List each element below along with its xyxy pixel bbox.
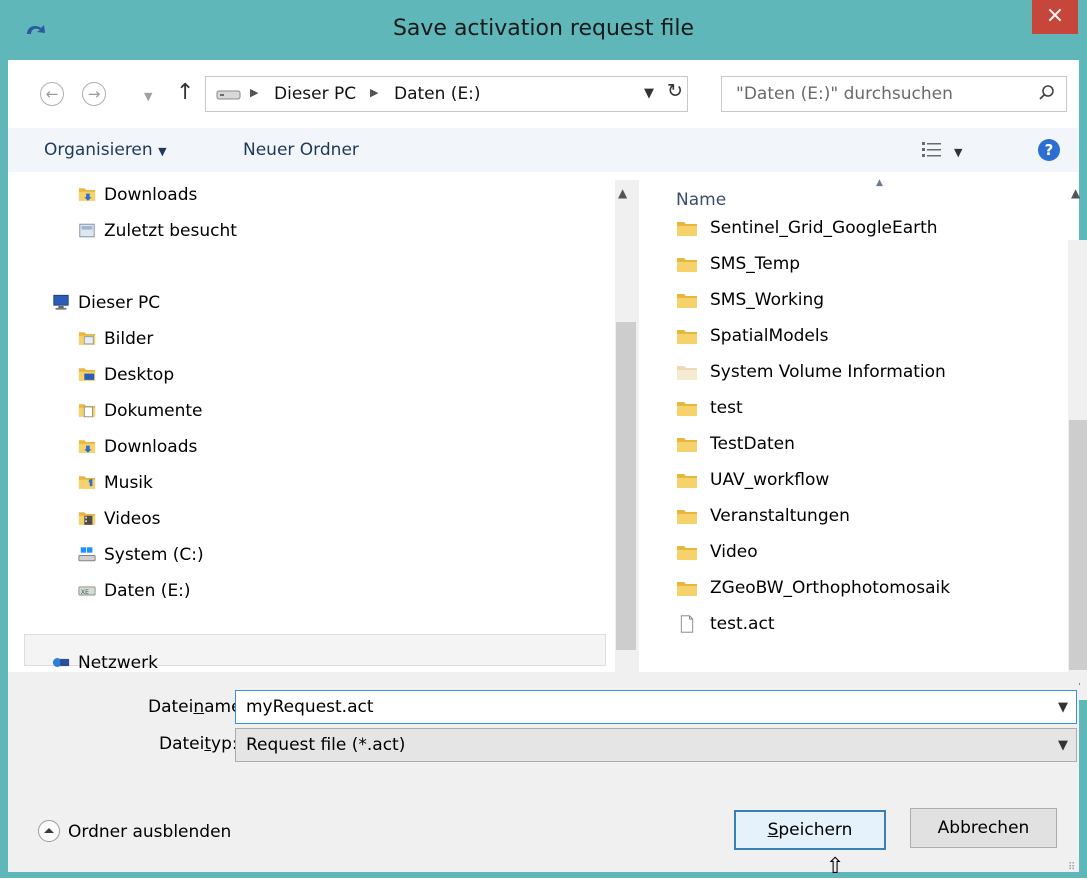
item-name: ZGeoBW_Orthophotomosaik xyxy=(710,578,951,598)
pictures-folder-icon xyxy=(78,332,96,345)
back-button[interactable]: ← xyxy=(40,82,64,106)
cancel-button[interactable]: Abbrechen xyxy=(910,808,1057,848)
chevron-down-icon: ▼ xyxy=(158,145,167,158)
downloads-folder-icon xyxy=(78,188,96,201)
command-bar: Organisieren ▼ Neuer Ordner xyxy=(8,128,1079,172)
recent-places-icon xyxy=(79,223,95,238)
scroll-up-arrow-icon[interactable]: ▲ xyxy=(618,186,627,200)
breadcrumb-dieser-pc[interactable]: Dieser PC xyxy=(274,84,356,104)
scroll-up-arrow-icon[interactable]: ▲ xyxy=(1071,186,1080,200)
item-name: Video xyxy=(710,542,758,562)
network-icon xyxy=(52,658,70,667)
item-name: System Volume Information xyxy=(710,362,946,382)
item-name: TestDaten xyxy=(710,434,795,454)
hide-folders-label[interactable]: Ordner ausblenden xyxy=(68,822,231,842)
filetype-select[interactable]: Request file (*.act) ▼ xyxy=(235,728,1077,762)
nav-item-label: Bilder xyxy=(104,329,154,349)
nav-pane-scroll-thumb[interactable] xyxy=(616,322,636,650)
name-column-header[interactable]: Name xyxy=(676,190,726,210)
nav-item-label: Downloads xyxy=(104,437,198,457)
folder-icon xyxy=(677,438,697,452)
view-options-dropdown[interactable]: ▼ xyxy=(954,146,962,159)
data-drive-icon: XE xyxy=(78,586,96,596)
folder-icon xyxy=(677,330,697,344)
dialog-title: Save activation request file xyxy=(392,16,695,41)
nav-item-label: System (C:) xyxy=(104,545,204,565)
system-drive-icon xyxy=(78,547,96,562)
nav-item-label: Musik xyxy=(104,473,153,493)
filename-value[interactable]: myRequest.act xyxy=(246,697,374,717)
item-name: SpatialModels xyxy=(710,326,829,346)
close-button[interactable]: × xyxy=(1032,0,1078,34)
folder-icon xyxy=(677,294,697,308)
item-name: Sentinel_Grid_GoogleEarth xyxy=(710,218,938,238)
item-name: test xyxy=(710,398,743,418)
address-dropdown-button[interactable]: ▼ xyxy=(644,86,654,101)
folder-icon xyxy=(677,474,697,488)
folder-icon xyxy=(677,402,697,416)
item-name: UAV_workflow xyxy=(710,470,830,490)
help-icon[interactable]: ? xyxy=(1038,139,1060,161)
nav-item-label: Downloads xyxy=(104,185,198,205)
recent-locations-dropdown[interactable]: ▼ xyxy=(144,90,152,103)
computer-icon xyxy=(53,294,69,310)
downloads-folder-icon xyxy=(78,440,96,453)
save-button[interactable]: Speichern xyxy=(734,810,886,850)
desktop-folder-icon xyxy=(78,368,96,381)
folder-icon xyxy=(677,222,697,236)
filetype-label: Dateityp: xyxy=(159,734,238,754)
file-icon xyxy=(680,615,694,633)
resize-grip-icon[interactable]: ⠿ xyxy=(1068,862,1075,873)
item-name: SMS_Temp xyxy=(710,254,801,274)
back-arrow-icon: ← xyxy=(45,85,59,103)
documents-folder-icon xyxy=(78,404,96,418)
refresh-icon: ↻ xyxy=(667,80,683,102)
item-name: SMS_Working xyxy=(710,290,825,310)
forward-button[interactable]: → xyxy=(82,82,106,106)
nav-item-label: Videos xyxy=(104,509,161,529)
save-dialog-window: Save activation request file × ← → ▼ ↑ ▶… xyxy=(0,0,1087,879)
nav-item-label: Desktop xyxy=(104,365,175,385)
breadcrumb-separator-icon: ▶ xyxy=(250,86,259,99)
search-icon[interactable] xyxy=(1038,84,1056,102)
search-placeholder: "Daten (E:)" durchsuchen xyxy=(736,84,953,104)
folder-icon xyxy=(677,366,697,380)
title-bar[interactable]: Save activation request file × xyxy=(0,0,1087,60)
folder-icon xyxy=(677,510,697,524)
new-folder-button[interactable]: Neuer Ordner xyxy=(243,140,359,160)
organize-menu[interactable]: Organisieren ▼ xyxy=(44,140,167,160)
filename-input[interactable]: myRequest.act ▼ xyxy=(235,690,1077,724)
filename-label: Dateiname: xyxy=(148,697,248,717)
hide-folders-toggle[interactable] xyxy=(38,820,60,842)
item-name: test.act xyxy=(710,614,775,634)
up-arrow-icon: ↑ xyxy=(176,80,195,105)
address-bar[interactable]: ▶ Dieser PC ▶ Daten (E:) xyxy=(205,76,688,112)
svg-text:XE: XE xyxy=(81,589,89,596)
nav-item-label: Dieser PC xyxy=(78,293,161,313)
chevron-up-icon xyxy=(44,828,54,833)
change-view-icon[interactable] xyxy=(921,140,943,158)
folder-icon xyxy=(677,582,697,596)
nav-item-label: Daten (E:) xyxy=(104,581,191,601)
breadcrumb-daten-e[interactable]: Daten (E:) xyxy=(394,84,481,104)
mouse-cursor-icon: ⇧ xyxy=(826,854,845,879)
filetype-value: Request file (*.act) xyxy=(246,735,406,755)
search-box[interactable]: "Daten (E:)" durchsuchen xyxy=(721,76,1067,112)
sort-ascending-icon: ▲ xyxy=(876,178,883,188)
nav-item-label: Dokumente xyxy=(104,401,203,421)
file-list-scroll-thumb[interactable] xyxy=(1069,420,1087,670)
breadcrumb-separator-icon: ▶ xyxy=(370,86,379,99)
folder-icon xyxy=(677,546,697,560)
nav-item-label: Zuletzt besucht xyxy=(104,221,237,241)
filetype-dropdown-icon: ▼ xyxy=(1058,738,1068,753)
forward-arrow-icon: → xyxy=(87,85,101,103)
videos-folder-icon xyxy=(78,512,96,525)
drive-icon xyxy=(216,90,241,100)
music-folder-icon xyxy=(78,476,96,489)
filename-dropdown-icon[interactable]: ▼ xyxy=(1058,700,1068,715)
up-one-level-button[interactable]: ↑ xyxy=(176,80,194,105)
folder-icon xyxy=(677,258,697,272)
refresh-button[interactable]: ↻ xyxy=(667,80,683,102)
item-name: Veranstaltungen xyxy=(710,506,850,526)
